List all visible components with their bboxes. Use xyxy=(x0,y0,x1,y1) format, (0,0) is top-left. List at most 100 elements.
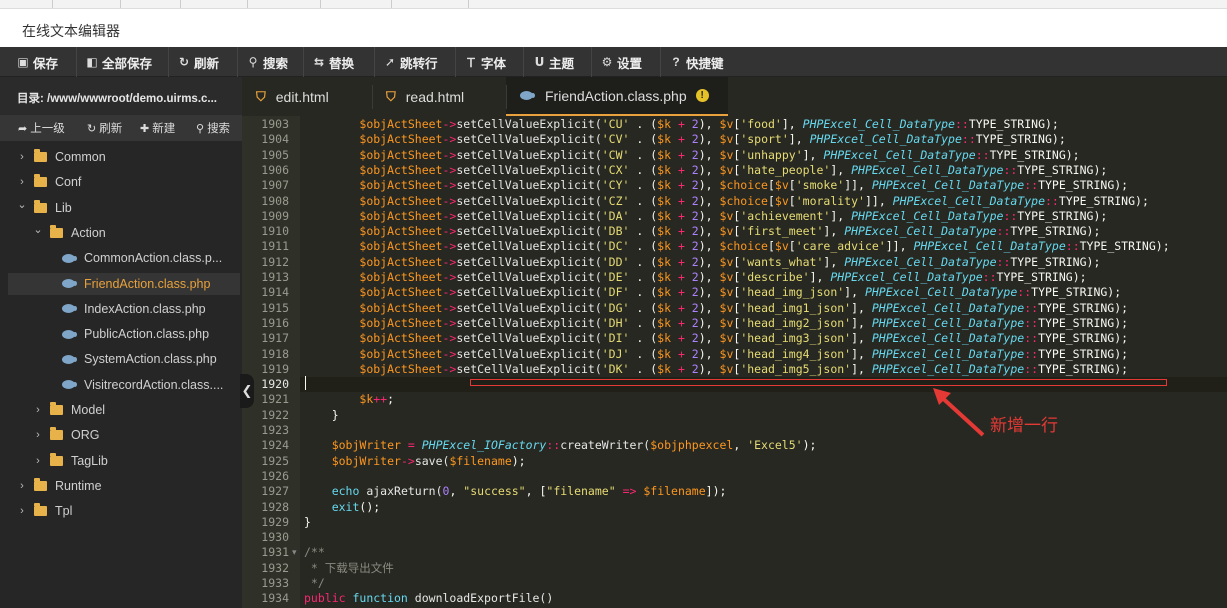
code-token: setCellValueExplicit( xyxy=(456,224,602,239)
browser-tab[interactable]: /(根目录) (9.7G) xyxy=(478,0,556,8)
tab-1[interactable]: ⛉ edit.html xyxy=(242,77,372,116)
browser-tab[interactable]: 终端 xyxy=(401,0,423,8)
toolbar-button-1[interactable]: ▣ 保存 xyxy=(16,47,58,77)
toolbar-button-7[interactable]: Ｔ 字体 xyxy=(464,47,506,77)
chevron-right-icon[interactable]: › xyxy=(16,151,28,163)
code-token: + xyxy=(671,193,692,208)
tree-file[interactable]: CommonAction.class.p... xyxy=(8,247,240,269)
sidebar-action-3[interactable]: ✚ 新建 xyxy=(140,115,175,141)
tab-3[interactable]: FriendAction.class.php! xyxy=(506,77,728,116)
code-line: $objActSheet->setCellValueExplicit('DF' … xyxy=(300,285,1227,300)
code-token: /** xyxy=(304,545,325,560)
code-token: :: xyxy=(1003,208,1018,223)
line-number: 1903 xyxy=(261,117,289,131)
code-token: ), xyxy=(698,162,720,177)
code-token: 'hate_people' xyxy=(740,162,831,177)
code-token: [ xyxy=(788,239,796,254)
toolbar-button-8[interactable]: Ս 主题 xyxy=(532,47,574,77)
code-token: 2 xyxy=(691,178,699,193)
code-token: :: xyxy=(1024,315,1039,330)
line-number: 1934 xyxy=(261,591,289,606)
code-token: PHPExcel_Cell_DataType xyxy=(871,178,1025,193)
tree-folder[interactable]: › Model xyxy=(8,399,240,421)
fold-toggle-icon[interactable]: ▾ xyxy=(292,547,297,558)
code-token: setCellValueExplicit( xyxy=(456,285,602,300)
code-token: 2 xyxy=(691,147,699,162)
code-token: PHPExcel_Cell_DataType xyxy=(809,132,962,147)
code-token: PHPExcel_Cell_DataType xyxy=(871,300,1025,315)
code-token: TYPE_STRING); xyxy=(996,270,1087,284)
tree-folder[interactable]: › Tpl xyxy=(8,500,240,522)
code-token: 'first_meet' xyxy=(740,224,824,239)
browser-tab[interactable]: 上传 xyxy=(18,0,40,8)
chevron-right-icon[interactable]: › xyxy=(16,480,28,492)
toolbar-button-9[interactable]: ⚙ 设置 xyxy=(600,47,642,77)
tree-file[interactable]: SystemAction.class.php xyxy=(8,348,240,370)
chevron-right-icon[interactable]: › xyxy=(32,455,44,467)
toolbar-button-4[interactable]: ⚲ 搜索 xyxy=(246,47,288,77)
code-token: 'morality' xyxy=(795,193,865,208)
line-number: 1910 xyxy=(261,224,289,239)
chevron-right-icon[interactable]: › xyxy=(32,404,44,416)
tree-folder[interactable]: › TagLib xyxy=(8,450,240,472)
tree-folder[interactable]: ⌄ Lib xyxy=(8,197,240,219)
browser-tab[interactable]: 分享列表 xyxy=(330,0,374,8)
toolbar-button-10[interactable]: ? 快捷键 xyxy=(669,47,723,77)
browser-tab[interactable]: 新建∨ xyxy=(130,0,160,8)
code-token: ], xyxy=(823,224,845,239)
tree-file[interactable]: PublicAction.class.php xyxy=(8,323,240,345)
tree-file[interactable]: VisitrecordAction.class.... xyxy=(8,374,240,396)
code-token: ]); xyxy=(705,484,727,499)
toolbar-button-2[interactable]: ◧ 全部保存 xyxy=(85,47,152,77)
tree-file[interactable]: IndexAction.class.php xyxy=(8,298,240,320)
code-token: :: xyxy=(982,270,997,284)
code-area[interactable]: $objActSheet->setCellValueExplicit('CU' … xyxy=(300,116,1227,608)
code-line: $k++; xyxy=(300,392,1227,407)
line-number: 1926 xyxy=(261,468,289,483)
code-token: ], xyxy=(830,162,852,177)
toolbar-divider xyxy=(523,47,524,77)
code-token: $k xyxy=(657,346,672,361)
chevron-down-icon[interactable]: ⌄ xyxy=(32,223,44,236)
code-token: + xyxy=(671,224,692,239)
chevron-right-icon[interactable]: › xyxy=(32,429,44,441)
sidebar-action-2[interactable]: ↻ 刷新 xyxy=(87,115,122,141)
code-token: ], xyxy=(851,346,872,361)
code-token: $filename xyxy=(643,484,706,499)
tree-folder[interactable]: ⌄ Action xyxy=(8,222,240,244)
tree-file[interactable]: FriendAction.class.php xyxy=(8,272,240,295)
tree-folder[interactable]: › Runtime xyxy=(8,475,240,497)
chevron-down-icon[interactable]: ⌄ xyxy=(16,198,28,211)
tree-folder[interactable]: › Conf xyxy=(8,171,240,193)
browser-tab[interactable]: 收藏夹∨ xyxy=(257,0,298,8)
tree-folder[interactable]: › ORG xyxy=(8,424,240,446)
code-token: [ xyxy=(767,239,775,254)
chevron-right-icon[interactable]: › xyxy=(16,505,28,517)
sidebar-action-1[interactable]: ➦ 上一级 xyxy=(18,115,65,141)
code-token: + xyxy=(671,208,692,223)
tab-2[interactable]: ⛉ read.html xyxy=(372,77,506,116)
code-token: $k xyxy=(657,178,672,193)
tree-item-label: Action xyxy=(71,225,106,240)
code-token: $k xyxy=(657,239,672,254)
code-token: TYPE_STRING); xyxy=(1038,361,1129,376)
toolbar-button-5[interactable]: ⇆ 替换 xyxy=(312,47,354,77)
browser-tab[interactable]: 远程下载 xyxy=(62,0,106,8)
toolbar-button-label: 刷新 xyxy=(194,56,220,71)
toolbar-button-6[interactable]: ➚ 跳转行 xyxy=(383,47,438,77)
toolbar-button-3[interactable]: ↻ 刷新 xyxy=(177,47,219,77)
code-token: downloadExportFile() xyxy=(414,591,554,606)
sidebar-action-4[interactable]: ⚲ 搜索 xyxy=(196,115,230,141)
code-token: PHPExcel_Cell_DataType xyxy=(871,331,1025,346)
code-token: $objActSheet xyxy=(359,117,443,131)
collapse-sidebar-handle[interactable]: ❮ xyxy=(240,374,254,408)
code-token: TYPE_STRING); xyxy=(1038,315,1129,330)
browser-tab[interactable]: 文件查找 xyxy=(190,0,234,8)
code-token: . ( xyxy=(629,208,658,223)
chevron-right-icon[interactable]: › xyxy=(16,176,28,188)
tree-folder[interactable]: › Common xyxy=(8,146,240,168)
